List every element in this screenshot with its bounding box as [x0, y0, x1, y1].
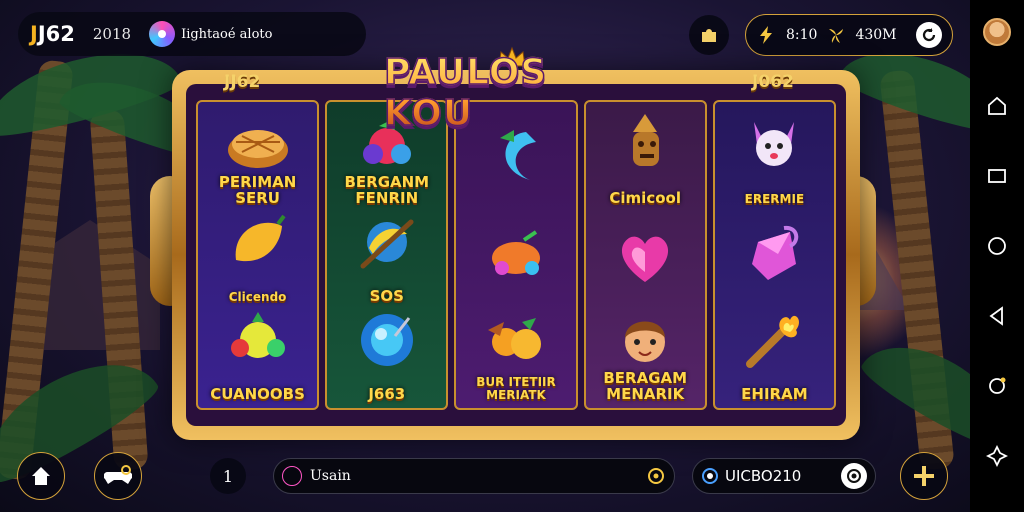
nav-rotate-button[interactable]: [977, 366, 1017, 406]
rotate-icon: [989, 377, 1006, 394]
gem-fruit-icon: [492, 230, 540, 275]
reel-symbol[interactable]: SOS: [331, 206, 443, 304]
blue-orb-icon: [360, 314, 413, 366]
game-controller-button[interactable]: [94, 452, 142, 500]
gamepad-icon: [104, 465, 132, 484]
search-icon: [282, 466, 302, 486]
brand-logo[interactable]: JJ62: [30, 22, 75, 46]
nav-back-button[interactable]: [977, 296, 1017, 336]
house-outline-icon: [988, 96, 1006, 115]
profile-avatar[interactable]: [983, 18, 1011, 46]
reel-1: PERIMAN SERU Clicendo CUANOOBS: [196, 100, 320, 410]
stats-pill: 8:10 430M: [745, 14, 953, 56]
nav-home-button[interactable]: [977, 86, 1017, 126]
symbol-label: BERAGAM MENARIK: [603, 369, 688, 403]
symbol-label: SOS: [369, 287, 404, 305]
symbol-label: ERERMIE: [744, 192, 805, 206]
oranges-icon: [488, 318, 541, 359]
crystal-icon: [752, 225, 799, 280]
assist-icon: [986, 445, 1008, 467]
torch-icon: [746, 315, 800, 368]
username: Iightaoé aloto: [181, 26, 273, 42]
nav-circle-button[interactable]: [977, 226, 1017, 266]
reel-symbol[interactable]: CUANOOBS: [202, 304, 314, 402]
reel-5: ERERMIE EHIRAM: [712, 100, 837, 410]
reel-symbol[interactable]: [460, 206, 572, 304]
symbol-label: Clicendo: [228, 290, 287, 304]
reel-symbol[interactable]: EHIRAM: [718, 304, 830, 402]
symbol-label: BERGANM FENRIN: [344, 173, 430, 207]
top-info-bar: JJ62 2018 Iightaoé aloto: [18, 12, 366, 56]
fan-icon: [825, 24, 847, 46]
search-text: Usain: [310, 468, 351, 484]
corner-label-right: J062: [752, 72, 794, 92]
reel-symbol[interactable]: J663: [331, 304, 443, 402]
reel-4: Cimicool BERAGAM MENARIK: [583, 100, 707, 410]
reel-2: BERGANM FENRIN SOS J663: [325, 100, 449, 410]
symbol-label: EHIRAM: [741, 385, 808, 403]
reel-symbol[interactable]: [589, 206, 701, 304]
cat-icon: [754, 122, 795, 166]
reel-symbol[interactable]: PERIMAN SERU: [202, 108, 314, 206]
symbol-label: Cimicool: [609, 189, 681, 207]
refresh-icon: [922, 28, 936, 42]
corner-label-left: JJ62: [224, 72, 261, 92]
menu-button[interactable]: [900, 452, 948, 500]
settings-icon[interactable]: [646, 466, 666, 486]
user-chip[interactable]: Iightaoé aloto: [149, 21, 272, 47]
counter-button[interactable]: 1: [210, 458, 246, 494]
reel-symbol[interactable]: BUR ITETIIR MERIATK: [460, 304, 572, 402]
mango-icon: [235, 214, 286, 262]
back-triangle-icon: [989, 306, 1003, 326]
grid-menu-icon: [914, 466, 934, 486]
player-id-pill[interactable]: UICBO210: [692, 458, 876, 494]
player-id: UICBO210: [725, 467, 802, 485]
puzzle-icon: [702, 29, 716, 42]
fruit-bundle-icon: [230, 312, 285, 358]
home-icon: [32, 467, 50, 485]
reel-symbol[interactable]: [718, 206, 830, 304]
nav-assist-button[interactable]: [977, 436, 1017, 476]
pie-icon: [227, 130, 288, 168]
girl-face-icon: [625, 321, 666, 362]
refresh-button[interactable]: [916, 22, 942, 48]
nav-recents-button[interactable]: [977, 156, 1017, 196]
banana-stick-icon: [360, 219, 414, 269]
reel-3: BUR ITETIIR MERIATK: [454, 100, 578, 410]
symbol-label: BUR ITETIIR MERIATK: [476, 375, 556, 402]
square-icon: [988, 169, 1006, 183]
reels-area: PERIMAN SERU Clicendo CUANOOBS BERGANM F…: [186, 84, 846, 426]
eye-icon: [847, 469, 861, 483]
symbol-label: J663: [368, 385, 406, 403]
symbol-label: CUANOOBS: [210, 385, 305, 403]
game-title: PAULOS KOU: [383, 51, 638, 135]
view-button[interactable]: [841, 463, 867, 489]
user-avatar: [149, 21, 176, 47]
reel-symbol[interactable]: BERAGAM MENARIK: [589, 304, 701, 402]
circle-icon: [988, 237, 1006, 255]
heart-icon: [622, 236, 669, 282]
home-button[interactable]: [17, 452, 65, 500]
year-label: 2018: [92, 25, 132, 43]
stat-b-value: 430M: [855, 27, 897, 43]
puzzle-button[interactable]: [689, 15, 729, 55]
symbol-label: PERIMAN SERU: [218, 173, 297, 207]
id-badge-icon: [702, 468, 718, 484]
avatar-glyph-icon: [158, 30, 167, 38]
reel-symbol[interactable]: Clicendo: [202, 206, 314, 304]
system-nav-bar: [970, 0, 1024, 512]
lightning-icon: [756, 24, 778, 46]
stat-a-value: 8:10: [786, 27, 818, 43]
reel-symbol[interactable]: ERERMIE: [718, 108, 830, 206]
search-bar[interactable]: Usain: [273, 458, 675, 494]
